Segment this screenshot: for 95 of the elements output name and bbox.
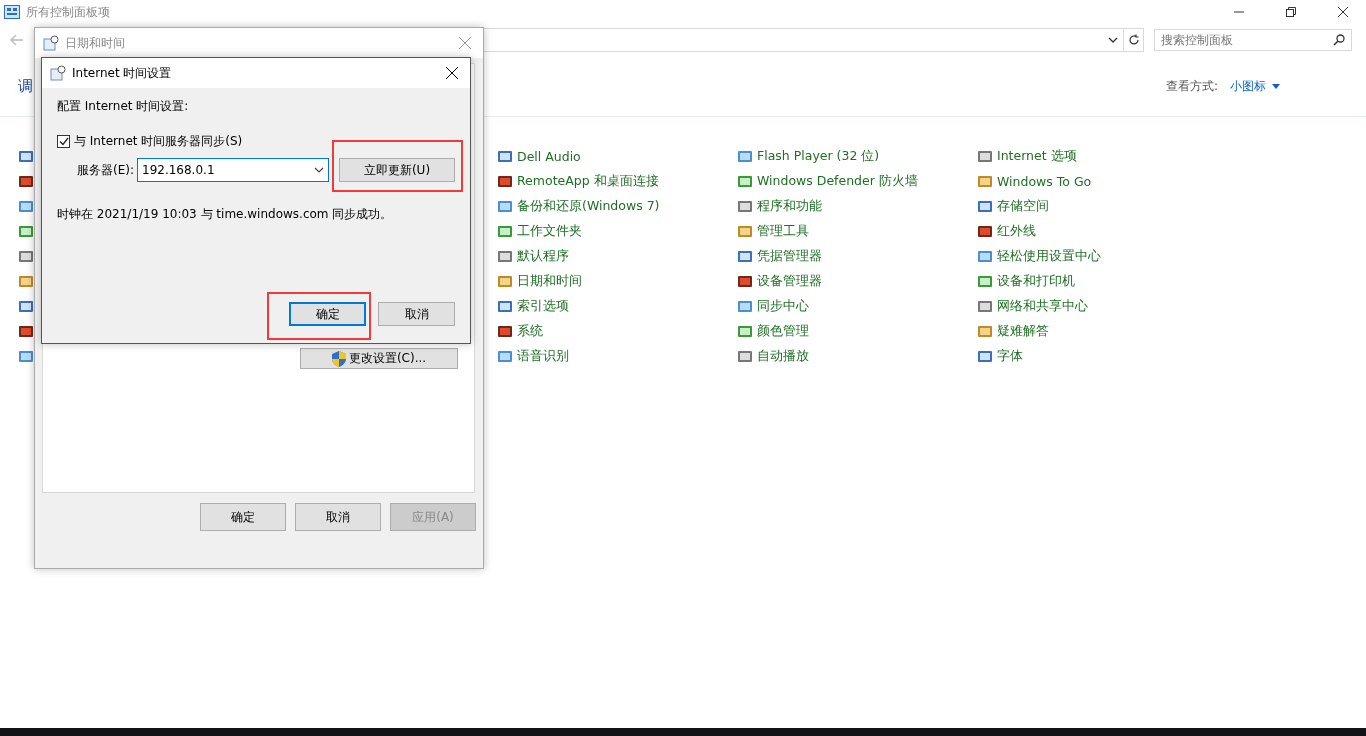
control-panel-item[interactable]: 存储空间: [977, 194, 1217, 219]
window-title: 所有控制面板项: [26, 3, 111, 21]
tile-icon: [977, 273, 993, 290]
control-panel-item[interactable]: Flash Player (32 位): [737, 144, 977, 169]
tile-icon: [18, 323, 34, 340]
control-panel-item[interactable]: 设备和打印机: [977, 269, 1217, 294]
sync-status-text: 时钟在 2021/1/19 10:03 与 time.windows.com 同步成功。: [57, 206, 394, 223]
control-panel-item[interactable]: 网络和共享中心: [977, 294, 1217, 319]
view-mode-link[interactable]: 小图标: [1230, 77, 1280, 95]
search-icon: [1333, 34, 1345, 46]
control-panel-item[interactable]: 工作文件夹: [497, 219, 737, 244]
tile-icon: [737, 173, 753, 190]
tile-icon: [18, 273, 34, 290]
control-panel-item[interactable]: Dell Audio: [497, 144, 737, 169]
search-field[interactable]: 搜索控制面板: [1154, 29, 1352, 51]
control-panel-item[interactable]: 日期和时间: [497, 269, 737, 294]
tile-icon: [497, 273, 513, 290]
tile-icon: [18, 148, 34, 165]
close-icon: [1338, 7, 1348, 17]
chevron-down-icon: [314, 167, 324, 173]
tile-icon: [18, 198, 34, 215]
tile-icon: [497, 348, 513, 365]
tile-icon: [497, 248, 513, 265]
sync-checkbox[interactable]: [57, 135, 70, 148]
tile-icon: [497, 148, 513, 165]
checkbox-label: 与 Internet 时间服务器同步(S): [74, 133, 243, 150]
dialog-button[interactable]: 取消: [378, 302, 455, 326]
control-panel-item[interactable]: 颜色管理: [737, 319, 977, 344]
page-heading: 调: [18, 76, 34, 96]
control-panel-item[interactable]: 索引选项: [497, 294, 737, 319]
control-panel-item[interactable]: 疑难解答: [977, 319, 1217, 344]
tile-icon: [737, 348, 753, 365]
tile-icon: [737, 248, 753, 265]
tile-icon: [977, 148, 993, 165]
tile-icon: [497, 223, 513, 240]
control-panel-item[interactable]: 默认程序: [497, 244, 737, 269]
server-combobox[interactable]: 192.168.0.1: [137, 158, 329, 182]
control-panel-item[interactable]: RemoteApp 和桌面连接: [497, 169, 737, 194]
tile-icon: [977, 323, 993, 340]
control-panel-item[interactable]: Windows To Go: [977, 169, 1217, 194]
control-panel-item[interactable]: Windows Defender 防火墙: [737, 169, 977, 194]
chevron-down-icon: [1108, 37, 1118, 43]
close-icon: [446, 67, 458, 79]
tile-icon: [737, 323, 753, 340]
tile-icon: [977, 298, 993, 315]
calendar-clock-icon: [43, 35, 59, 51]
tile-icon: [497, 198, 513, 215]
dialog-title: 日期和时间: [65, 34, 126, 52]
refresh-icon: [1127, 34, 1140, 46]
control-panel-item[interactable]: 程序和功能: [737, 194, 977, 219]
tile-icon: [737, 148, 753, 165]
dialog-title: Internet 时间设置: [72, 64, 173, 82]
section-heading: 配置 Internet 时间设置:: [57, 98, 190, 115]
dialog-button[interactable]: 确定: [200, 503, 286, 531]
dialog-button[interactable]: 确定: [289, 302, 366, 326]
control-panel-item[interactable]: 备份和还原(Windows 7): [497, 194, 737, 219]
view-label: 查看方式:: [1165, 77, 1218, 95]
control-panel-item[interactable]: 设备管理器: [737, 269, 977, 294]
control-panel-icon: [4, 5, 20, 19]
server-label: 服务器(E):: [77, 161, 134, 179]
control-panel-item[interactable]: 系统: [497, 319, 737, 344]
change-settings-button[interactable]: 更改设置(C)...: [300, 348, 458, 369]
tile-icon: [737, 298, 753, 315]
control-panel-item[interactable]: Internet 选项: [977, 144, 1217, 169]
close-icon: [459, 37, 471, 49]
tile-icon: [497, 298, 513, 315]
tile-icon: [977, 173, 993, 190]
control-panel-item[interactable]: 管理工具: [737, 219, 977, 244]
tile-icon: [18, 248, 34, 265]
control-panel-item[interactable]: 红外线: [977, 219, 1217, 244]
update-now-button[interactable]: 立即更新(U): [339, 158, 455, 182]
control-panel-item[interactable]: 字体: [977, 344, 1217, 369]
calendar-clock-icon: [50, 65, 66, 81]
tile-icon: [18, 173, 34, 190]
shield-icon: [331, 350, 346, 367]
tile-icon: [737, 198, 753, 215]
tile-icon: [497, 173, 513, 190]
tile-icon: [977, 198, 993, 215]
restore-icon: [1286, 7, 1296, 17]
control-panel-item[interactable]: 同步中心: [737, 294, 977, 319]
tile-icon: [18, 223, 34, 240]
control-panel-item[interactable]: 自动播放: [737, 344, 977, 369]
dialog-button[interactable]: 取消: [295, 503, 381, 531]
tile-icon: [737, 223, 753, 240]
caret-icon: [1272, 83, 1280, 89]
tile-icon: [497, 323, 513, 340]
tile-icon: [18, 348, 34, 365]
tile-icon: [737, 273, 753, 290]
control-panel-item[interactable]: 凭据管理器: [737, 244, 977, 269]
tile-icon: [977, 348, 993, 365]
tile-icon: [977, 248, 993, 265]
control-panel-item[interactable]: 轻松使用设置中心: [977, 244, 1217, 269]
tile-icon: [977, 223, 993, 240]
control-panel-item[interactable]: 语音识别: [497, 344, 737, 369]
tile-icon: [18, 298, 34, 315]
